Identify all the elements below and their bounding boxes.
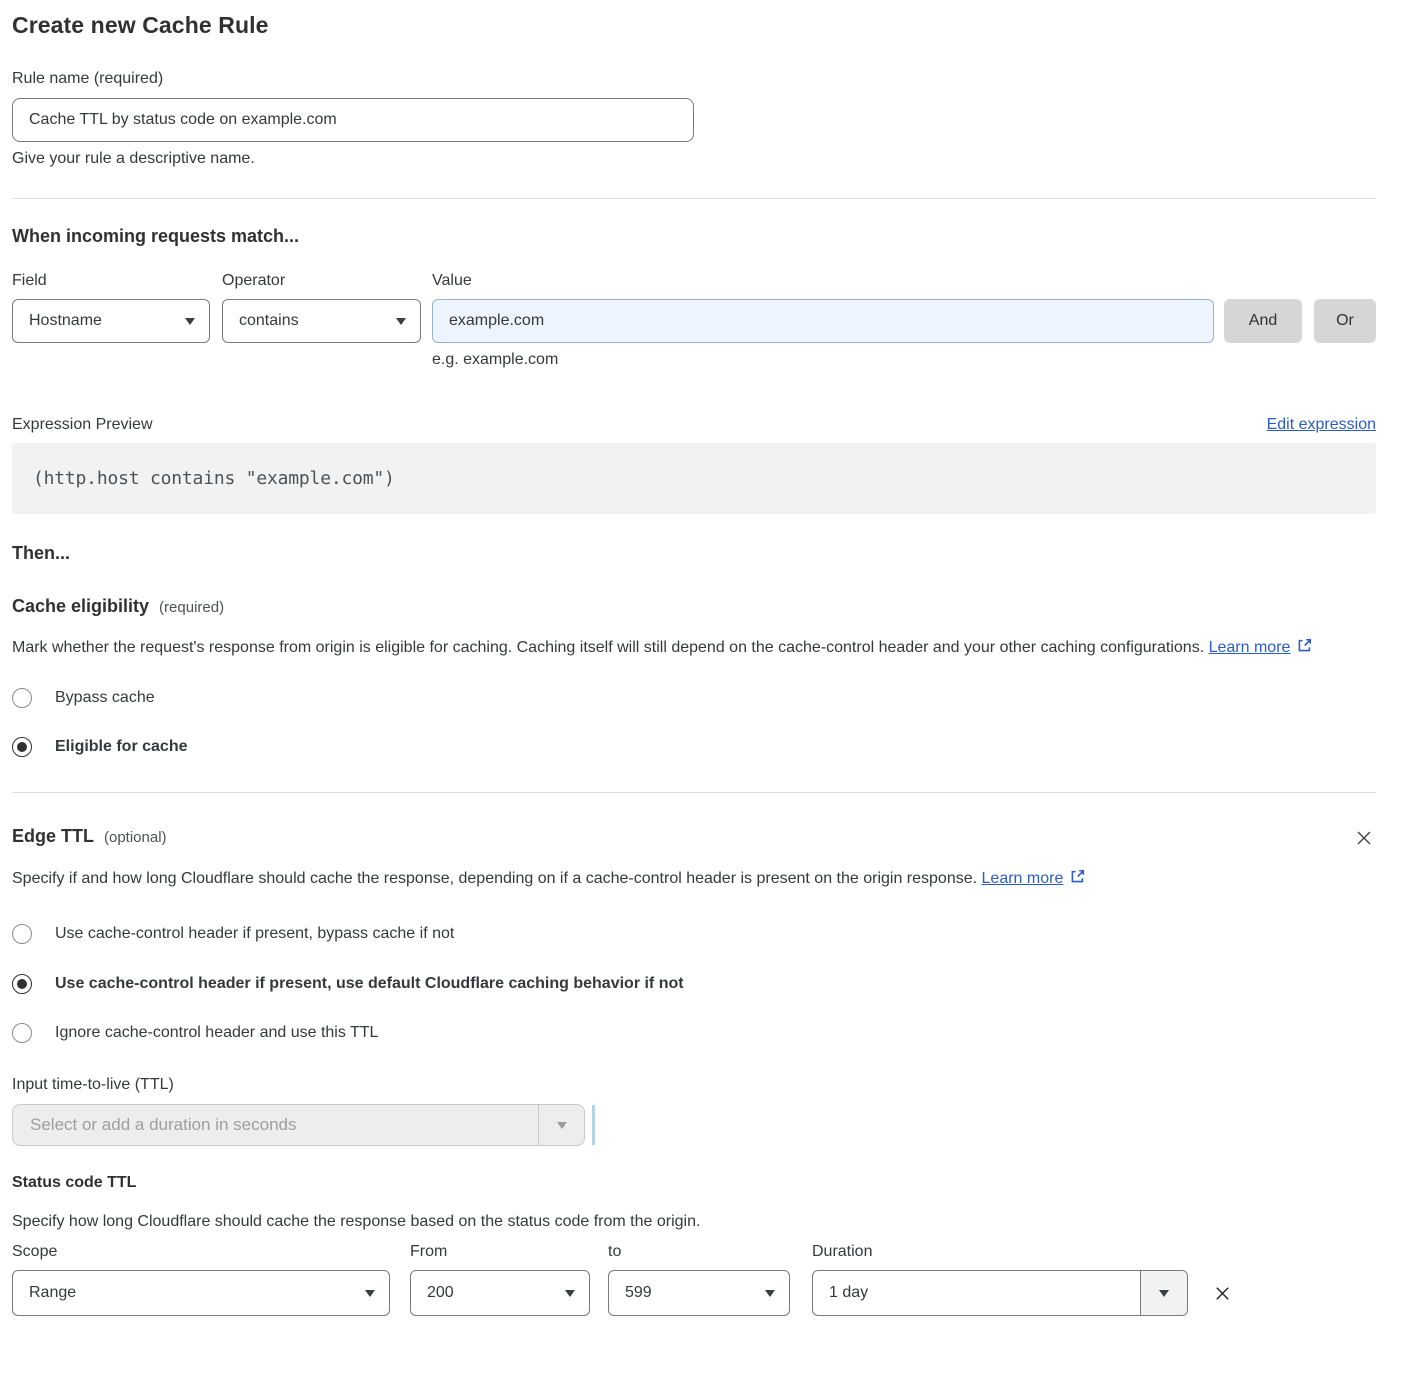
from-column-label: From <box>410 1243 608 1261</box>
close-icon <box>1213 1284 1232 1303</box>
page-title: Create new Cache Rule <box>12 12 1376 39</box>
edge-ttl-heading: Edge TTL <box>12 826 94 847</box>
scope-column-label: Scope <box>12 1243 410 1261</box>
chevron-down-icon <box>1159 1290 1169 1297</box>
section-divider <box>12 792 1376 793</box>
external-link-icon <box>1069 868 1086 885</box>
ttl-input-label: Input time-to-live (TTL) <box>12 1076 1376 1094</box>
learn-more-label: Learn more <box>982 870 1064 887</box>
external-link-icon <box>1296 637 1313 654</box>
edge-ttl-optional-badge: (optional) <box>104 829 167 846</box>
or-button[interactable]: Or <box>1314 299 1376 343</box>
edge-ttl-learn-more-link[interactable]: Learn more <box>982 870 1087 887</box>
close-icon <box>1354 828 1374 848</box>
chevron-down-icon <box>565 1290 575 1297</box>
field-column-label: Field <box>12 272 222 290</box>
ttl-duration-placeholder: Select or add a duration in seconds <box>13 1105 538 1145</box>
radio-option-label: Use cache-control header if present, use… <box>55 975 684 993</box>
match-column-labels: Field Operator Value <box>12 272 1376 290</box>
section-divider <box>12 198 1376 199</box>
rule-name-label: Rule name (required) <box>12 70 1376 88</box>
operator-column-label: Operator <box>222 272 432 290</box>
field-select[interactable]: Hostname <box>12 299 210 343</box>
status-code-ttl-description: Specify how long Cloudflare should cache… <box>12 1213 1376 1231</box>
edit-expression-link[interactable]: Edit expression <box>1267 416 1376 434</box>
ttl-duration-dropdown-button[interactable] <box>538 1105 584 1145</box>
chevron-down-icon <box>365 1290 375 1297</box>
then-heading: Then... <box>12 543 1376 564</box>
to-select[interactable]: 599 <box>608 1270 790 1316</box>
scope-select-value: Range <box>29 1284 76 1302</box>
duration-select[interactable]: 1 day <box>812 1270 1188 1316</box>
duration-select-value: 1 day <box>813 1271 1140 1315</box>
cache-eligibility-heading: Cache eligibility <box>12 596 149 617</box>
eligible-for-cache-option[interactable]: Eligible for cache <box>12 737 1376 757</box>
radio-icon <box>12 974 32 994</box>
expression-preview-block: (http.host contains "example.com") <box>12 443 1376 514</box>
value-helper: e.g. example.com <box>432 351 1376 369</box>
duration-column-label: Duration <box>812 1243 872 1261</box>
radio-icon <box>12 924 32 944</box>
use-header-bypass-option[interactable]: Use cache-control header if present, byp… <box>12 924 1376 944</box>
radio-icon <box>12 688 32 708</box>
text-caret <box>592 1105 595 1145</box>
to-column-label: to <box>608 1243 812 1261</box>
expression-code: (http.host contains "example.com") <box>33 468 395 489</box>
ttl-combo-row: Select or add a duration in seconds <box>12 1104 1376 1146</box>
chevron-down-icon <box>765 1290 775 1297</box>
status-code-column-labels: Scope From to Duration <box>12 1243 1376 1261</box>
radio-option-label: Eligible for cache <box>55 738 187 756</box>
edge-ttl-description: Specify if and how long Cloudflare shoul… <box>12 865 1352 893</box>
and-button[interactable]: And <box>1224 299 1302 343</box>
status-code-controls-row: Range 200 599 1 day <box>12 1270 1376 1316</box>
rule-name-input[interactable] <box>12 98 694 142</box>
edge-ttl-heading-group: Edge TTL (optional) <box>12 826 167 847</box>
create-cache-rule-form: Create new Cache Rule Rule name (require… <box>0 0 1412 1316</box>
edge-ttl-heading-row: Edge TTL (optional) <box>12 826 1376 850</box>
remove-status-code-row-button[interactable] <box>1211 1282 1234 1305</box>
radio-option-label: Use cache-control header if present, byp… <box>55 925 454 943</box>
rule-name-helper: Give your rule a descriptive name. <box>12 150 1376 168</box>
chevron-down-icon <box>396 318 406 325</box>
to-select-value: 599 <box>625 1284 652 1302</box>
cache-eligibility-description-text: Mark whether the request's response from… <box>12 639 1204 656</box>
radio-icon <box>12 1023 32 1043</box>
edge-ttl-close-button[interactable] <box>1352 826 1376 850</box>
expression-preview-label: Expression Preview <box>12 416 153 434</box>
operator-select[interactable]: contains <box>222 299 421 343</box>
scope-select[interactable]: Range <box>12 1270 390 1316</box>
field-select-value: Hostname <box>29 312 102 330</box>
expression-preview-row: Expression Preview Edit expression <box>12 416 1376 434</box>
from-select[interactable]: 200 <box>410 1270 590 1316</box>
radio-option-label: Ignore cache-control header and use this… <box>55 1024 378 1042</box>
learn-more-label: Learn more <box>1209 639 1291 656</box>
operator-select-value: contains <box>239 312 299 330</box>
status-code-ttl-heading: Status code TTL <box>12 1174 1376 1192</box>
from-select-value: 200 <box>427 1284 454 1302</box>
cache-eligibility-required-badge: (required) <box>159 599 224 616</box>
value-column-label: Value <box>432 272 472 290</box>
ignore-header-option[interactable]: Ignore cache-control header and use this… <box>12 1023 1376 1043</box>
chevron-down-icon <box>557 1122 567 1129</box>
use-header-default-option[interactable]: Use cache-control header if present, use… <box>12 974 1376 994</box>
duration-dropdown-button[interactable] <box>1140 1271 1187 1315</box>
cache-eligibility-description: Mark whether the request's response from… <box>12 634 1352 662</box>
radio-option-label: Bypass cache <box>55 689 155 707</box>
match-controls-row: Hostname contains And Or <box>12 299 1376 343</box>
ttl-duration-select[interactable]: Select or add a duration in seconds <box>12 1104 585 1146</box>
cache-eligibility-heading-row: Cache eligibility (required) <box>12 596 1376 617</box>
edge-ttl-description-text: Specify if and how long Cloudflare shoul… <box>12 870 977 887</box>
radio-icon <box>12 737 32 757</box>
bypass-cache-option[interactable]: Bypass cache <box>12 688 1376 708</box>
match-heading: When incoming requests match... <box>12 226 1376 247</box>
chevron-down-icon <box>185 318 195 325</box>
cache-eligibility-learn-more-link[interactable]: Learn more <box>1209 639 1314 656</box>
value-input[interactable] <box>432 299 1214 343</box>
